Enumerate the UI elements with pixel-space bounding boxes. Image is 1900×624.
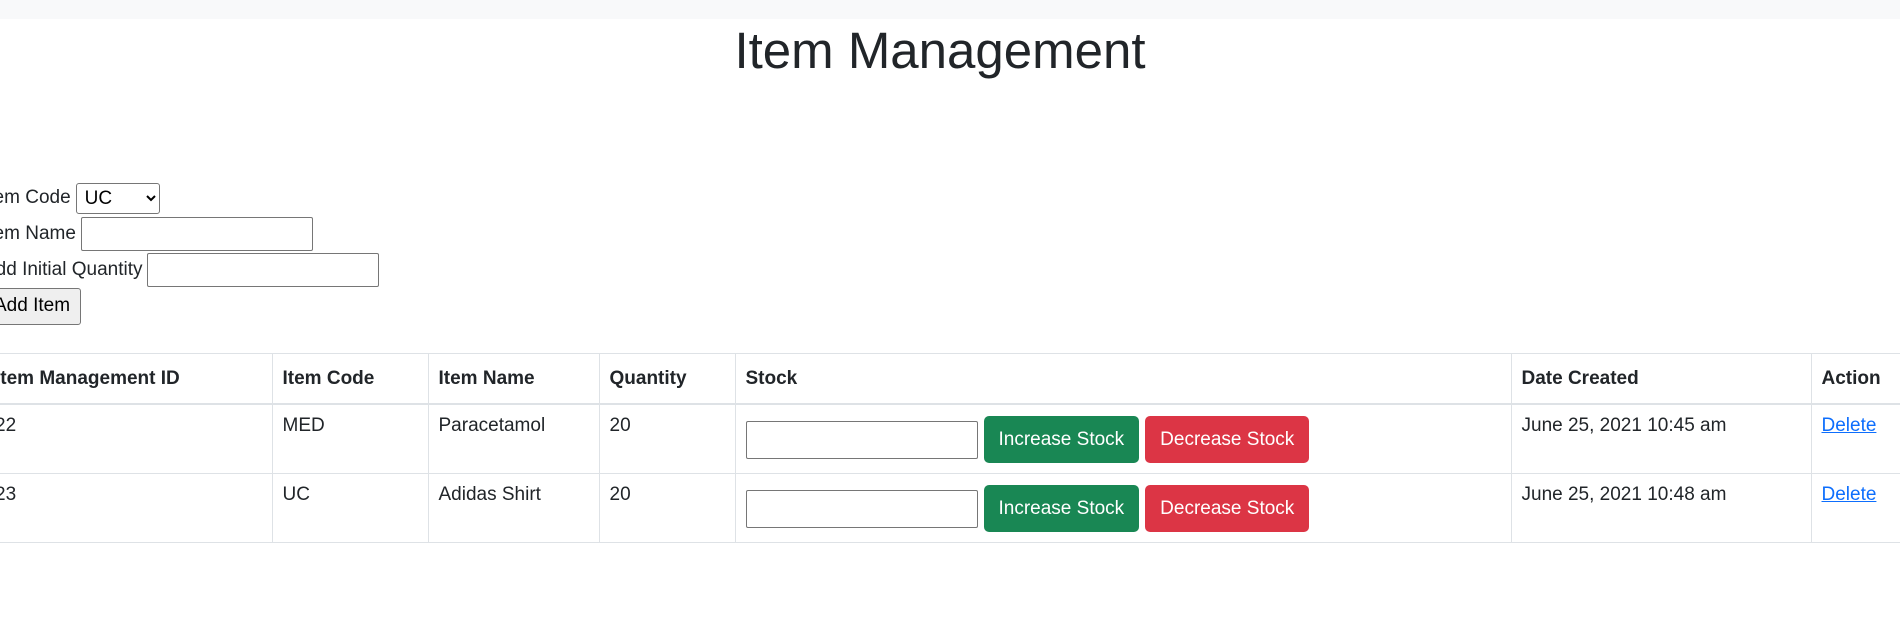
cell-name: Adidas Shirt: [427, 473, 599, 543]
cell-id: 22: [0, 404, 272, 474]
initial-quantity-label: Add Initial Quantity: [0, 259, 143, 280]
item-name-input[interactable]: [80, 217, 313, 251]
header-id: Item Management ID: [0, 353, 272, 405]
cell-date: June 25, 2021 10:48 am: [1510, 473, 1811, 543]
header-date: Date Created: [1510, 353, 1811, 405]
cell-name: Paracetamol: [427, 404, 599, 474]
item-name-label: Item Name: [0, 223, 76, 244]
item-name-row: Item Name: [0, 216, 379, 252]
item-code-label: Item Code: [0, 187, 71, 208]
items-table: Item Management ID Item Code Item Name Q…: [0, 353, 1900, 543]
increase-stock-button[interactable]: Increase Stock: [983, 485, 1140, 532]
item-code-select[interactable]: UC: [75, 182, 160, 214]
item-code-row: Item Code UC: [0, 180, 379, 216]
cell-stock: Increase Stock Decrease Stock: [734, 473, 1511, 543]
table-header-row: Item Management ID Item Code Item Name Q…: [0, 353, 1900, 405]
delete-link[interactable]: Delete: [1822, 415, 1877, 436]
cell-date: June 25, 2021 10:45 am: [1510, 404, 1811, 474]
add-item-button[interactable]: Add Item: [0, 287, 82, 325]
add-item-form: Item Code UC Item Name Add Initial Quant…: [0, 180, 380, 325]
cell-code: UC: [271, 473, 428, 543]
cell-action: Delete: [1810, 404, 1900, 474]
header-name: Item Name: [427, 353, 599, 405]
add-item-row: Add Item: [0, 287, 379, 325]
stock-input[interactable]: [745, 420, 978, 459]
header-code: Item Code: [271, 353, 428, 405]
decrease-stock-button[interactable]: Decrease Stock: [1145, 416, 1310, 463]
cell-quantity: 20: [598, 473, 735, 543]
table-row: 23 UC Adidas Shirt 20 Increase Stock Dec…: [0, 473, 1900, 543]
stock-input[interactable]: [745, 489, 978, 528]
increase-stock-button[interactable]: Increase Stock: [983, 416, 1140, 463]
stock-controls: Increase Stock Decrease Stock: [745, 485, 1501, 532]
stock-controls: Increase Stock Decrease Stock: [745, 416, 1501, 463]
decrease-stock-button[interactable]: Decrease Stock: [1145, 485, 1310, 532]
page-title: Item Management: [734, 22, 1146, 79]
delete-link[interactable]: Delete: [1822, 484, 1877, 505]
cell-quantity: 20: [598, 404, 735, 474]
cell-stock: Increase Stock Decrease Stock: [734, 404, 1511, 474]
cell-action: Delete: [1810, 473, 1900, 543]
cell-code: MED: [271, 404, 428, 474]
initial-quantity-row: Add Initial Quantity: [0, 252, 380, 288]
cell-id: 23: [0, 473, 272, 543]
header-quantity: Quantity: [598, 353, 735, 405]
initial-quantity-input[interactable]: [147, 253, 380, 287]
table-row: 22 MED Paracetamol 20 Increase Stock Dec…: [0, 404, 1900, 474]
header-action: Action: [1810, 353, 1900, 405]
header-stock: Stock: [734, 353, 1511, 405]
page: Item Management Item Code UC Item Name A…: [0, 0, 1900, 624]
